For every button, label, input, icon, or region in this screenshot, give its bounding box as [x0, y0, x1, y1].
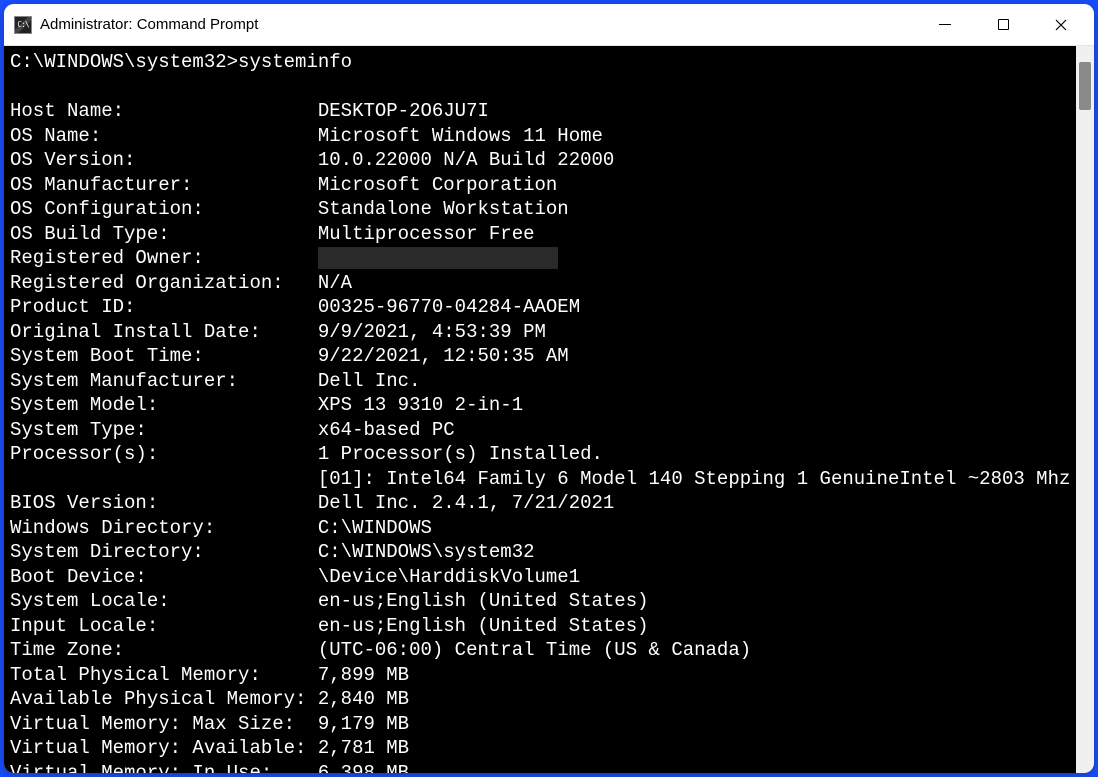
label-processors: Processor(s): — [10, 443, 318, 465]
value-system_locale: en-us;English (United States) — [318, 590, 649, 612]
value-host_name: DESKTOP-2O6JU7I — [318, 100, 489, 122]
value-registered_org: N/A — [318, 272, 352, 294]
label-original_install_date: Original Install Date: — [10, 321, 318, 343]
value-system_manufacturer: Dell Inc. — [318, 370, 421, 392]
label-system_model: System Model: — [10, 394, 318, 416]
label-system_boot_time: System Boot Time: — [10, 345, 318, 367]
close-button[interactable] — [1032, 4, 1090, 45]
window-title: Administrator: Command Prompt — [40, 16, 916, 33]
value-boot_device: \Device\HarddiskVolume1 — [318, 566, 580, 588]
value-os_build_type: Multiprocessor Free — [318, 223, 535, 245]
value-vm_in_use: 6,398 MB — [318, 762, 409, 774]
titlebar[interactable]: C:\ Administrator: Command Prompt — [4, 4, 1094, 46]
label-boot_device: Boot Device: — [10, 566, 318, 588]
maximize-button[interactable] — [974, 4, 1032, 45]
label-bios_version: BIOS Version: — [10, 492, 318, 514]
value-vm_max_size: 9,179 MB — [318, 713, 409, 735]
value-system_model: XPS 13 9310 2-in-1 — [318, 394, 523, 416]
value-processors: 1 Processor(s) Installed. — [318, 443, 603, 465]
value-time_zone: (UTC-06:00) Central Time (US & Canada) — [318, 639, 751, 661]
label-system_locale: System Locale: — [10, 590, 318, 612]
label-os_configuration: OS Configuration: — [10, 198, 318, 220]
value-os_configuration: Standalone Workstation — [318, 198, 569, 220]
label-registered_owner: Registered Owner: — [10, 247, 318, 269]
window-controls — [916, 4, 1090, 45]
value-input_locale: en-us;English (United States) — [318, 615, 649, 637]
label-vm_max_size: Virtual Memory: Max Size: — [10, 713, 318, 735]
registered-owner-redacted — [318, 247, 558, 269]
label-total_physical_memory: Total Physical Memory: — [10, 664, 318, 686]
value-system_directory: C:\WINDOWS\system32 — [318, 541, 535, 563]
prompt-path: C:\WINDOWS\system32> — [10, 51, 238, 73]
command-prompt-window: C:\ Administrator: Command Prompt C:\WIN… — [4, 4, 1094, 773]
value-original_install_date: 9/9/2021, 4:53:39 PM — [318, 321, 546, 343]
value-windows_directory: C:\WINDOWS — [318, 517, 432, 539]
label-time_zone: Time Zone: — [10, 639, 318, 661]
value-avail_physical_memory: 2,840 MB — [318, 688, 409, 710]
label-vm_available: Virtual Memory: Available: — [10, 737, 318, 759]
value-product_id: 00325-96770-04284-AAOEM — [318, 296, 580, 318]
minimize-icon — [939, 24, 951, 25]
terminal-area: C:\WINDOWS\system32>systeminfo Host Name… — [4, 46, 1094, 773]
label-os_version: OS Version: — [10, 149, 318, 171]
label-registered_org: Registered Organization: — [10, 272, 318, 294]
value-vm_available: 2,781 MB — [318, 737, 409, 759]
value-os_name: Microsoft Windows 11 Home — [318, 125, 603, 147]
label-system_manufacturer: System Manufacturer: — [10, 370, 318, 392]
label-os_manufacturer: OS Manufacturer: — [10, 174, 318, 196]
label-product_id: Product ID: — [10, 296, 318, 318]
label-input_locale: Input Locale: — [10, 615, 318, 637]
value-total_physical_memory: 7,899 MB — [318, 664, 409, 686]
processor-detail: [01]: Intel64 Family 6 Model 140 Steppin… — [318, 468, 1071, 490]
label-avail_physical_memory: Available Physical Memory: — [10, 688, 318, 710]
label-host_name: Host Name: — [10, 100, 318, 122]
scrollbar-thumb[interactable] — [1079, 62, 1091, 110]
label-os_build_type: OS Build Type: — [10, 223, 318, 245]
close-icon — [1055, 19, 1067, 31]
label-vm_in_use: Virtual Memory: In Use: — [10, 762, 318, 774]
maximize-icon — [998, 19, 1009, 30]
value-os_manufacturer: Microsoft Corporation — [318, 174, 557, 196]
app-icon: C:\ — [14, 16, 32, 34]
prompt-command: systeminfo — [238, 51, 352, 73]
value-os_version: 10.0.22000 N/A Build 22000 — [318, 149, 614, 171]
label-windows_directory: Windows Directory: — [10, 517, 318, 539]
terminal-output[interactable]: C:\WINDOWS\system32>systeminfo Host Name… — [4, 46, 1076, 773]
vertical-scrollbar[interactable] — [1076, 46, 1094, 773]
label-os_name: OS Name: — [10, 125, 318, 147]
value-bios_version: Dell Inc. 2.4.1, 7/21/2021 — [318, 492, 614, 514]
value-system_type: x64-based PC — [318, 419, 455, 441]
label-system_directory: System Directory: — [10, 541, 318, 563]
minimize-button[interactable] — [916, 4, 974, 45]
label-system_type: System Type: — [10, 419, 318, 441]
value-system_boot_time: 9/22/2021, 12:50:35 AM — [318, 345, 569, 367]
